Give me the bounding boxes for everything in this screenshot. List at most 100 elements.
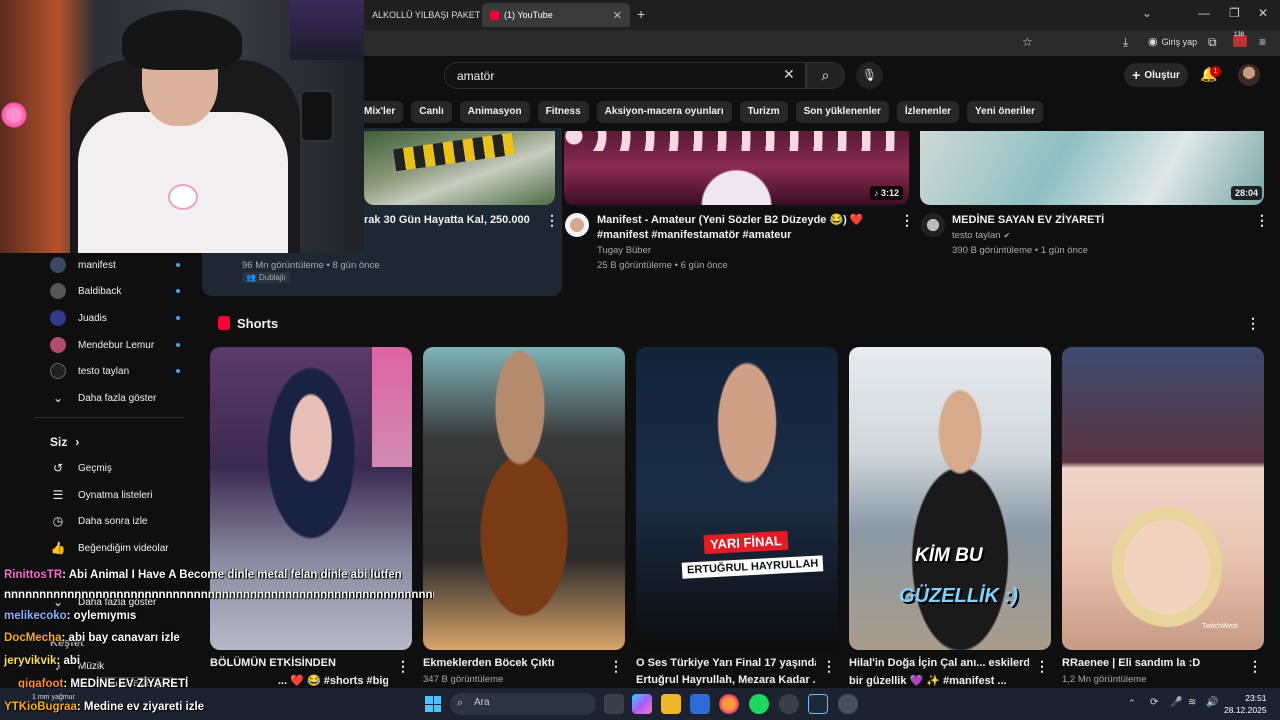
short-meta: 347 B görüntüleme [423,674,504,685]
firefox-icon[interactable] [719,694,739,714]
search-button[interactable]: ⌕ [806,62,845,89]
task-view-icon[interactable] [604,694,624,714]
search-placeholder: Ara [474,697,490,708]
taskbar-search[interactable]: Ara [450,693,596,715]
short-title[interactable]: O Ses Türkiye Yarı Final 17 yaşındaki [636,656,816,671]
more-options-icon[interactable]: ⋮ [1248,658,1262,675]
sidebar-you-header[interactable]: Siz › [50,435,79,449]
sidebar-item-playlists[interactable]: ☰ Oynatma listeleri [40,482,180,508]
chip-live[interactable]: Canlı [411,101,452,123]
browser-tab[interactable]: ALKOLLÜ YILBAŞI PAKETLERİ ... ✕ [364,3,480,27]
tray-chevron-up-icon[interactable]: ⌃ [1128,698,1136,709]
short-thumbnail[interactable] [423,347,625,650]
wifi-icon[interactable]: ≋ [1188,697,1196,708]
spotify-icon[interactable] [749,694,769,714]
network-icon[interactable]: ⟳ [1150,697,1158,708]
bookmark-star-icon[interactable]: ☆ [1022,35,1033,49]
short-title[interactable]: RRaenee | Eli sandım la :D [1062,656,1242,671]
sidebar-show-more[interactable]: ⌄ Daha fazla göster [40,385,180,411]
sidebar-item-watch-later[interactable]: ◷ Daha sonra izle [40,508,180,534]
video-title[interactable]: Manifest - Amateur (Yeni Sözler B2 Düzey… [597,213,882,243]
store-icon[interactable] [690,694,710,714]
video-thumbnail[interactable] [564,131,909,205]
new-tab-button[interactable]: + [637,6,645,22]
chat-message: nnnnnnnnnnnnnnnnnnnnnnnnnnnnnnnnnnnnnnnn… [4,589,434,601]
sidebar-item-juadis[interactable]: Juadis [40,305,180,331]
file-explorer-icon[interactable] [661,694,681,714]
channel-avatar[interactable] [921,213,945,237]
signin-button[interactable]: ◉ Giriş yap [1148,35,1197,48]
sidebar-item-label: manifest [78,259,116,271]
browser-tab-youtube[interactable]: (1) YouTube ✕ [482,3,630,27]
settings-gear-icon[interactable] [838,694,858,714]
sidebar-item-baldiback[interactable]: Baldiback [40,278,180,304]
sidebar-divider [34,417,184,418]
close-tab-icon[interactable]: ✕ [613,9,622,22]
video-thumbnail[interactable] [364,131,555,205]
filter-chip-bar: Mix'ler Canlı Animasyon Fitness Aksiyon-… [364,101,1044,125]
verified-check-icon: ✔ [1003,231,1011,240]
close-window-icon[interactable]: ✕ [1258,6,1268,20]
history-icon: ↺ [52,461,64,475]
more-options-icon[interactable]: ⋮ [1255,212,1269,229]
chevron-right-icon: › [75,435,80,449]
taskbar-clock[interactable]: 23:51 28.12.2025 [1224,692,1267,716]
sidebar-item-liked-videos[interactable]: 👍 Beğendiğim videolar [40,535,180,561]
short-thumbnail[interactable]: YARI FİNAL ERTUĞRUL HAYRULLAH [636,347,838,650]
short-title[interactable]: Hilal'in Doğa İçin Çal anı... eskilerden [849,656,1029,671]
new-content-dot [176,289,180,293]
chip-watched[interactable]: İzlenenler [896,101,960,123]
microphone-icon: 🎙 [861,68,878,82]
channel-avatar[interactable] [565,213,589,237]
clear-search-icon[interactable]: ✕ [783,66,795,83]
channel-name[interactable]: Tugay Büber [597,243,651,258]
sidebar-item-manifest[interactable]: manifest [40,252,180,278]
video-title[interactable]: rak 30 Gün Hayatta Kal, 250.000 [364,213,534,228]
github-desktop-icon[interactable] [779,694,799,714]
copilot-icon[interactable] [632,694,652,714]
account-avatar[interactable] [1238,64,1260,86]
minimize-icon[interactable]: — [1198,6,1210,20]
download-icon[interactable]: ⤓ [1123,35,1128,50]
volume-icon[interactable]: 🔊 [1206,697,1218,708]
more-options-icon[interactable]: ⋮ [822,658,836,675]
chip-action-adventure[interactable]: Aksiyon-macera oyunları [596,101,732,123]
steam-icon[interactable] [808,694,828,714]
more-options-icon[interactable]: ⋮ [396,658,410,675]
short-thumbnail[interactable]: KİM BU GÜZELLİK :) [849,347,1051,650]
video-meta: 25 B görüntüleme • 6 gün önce [597,260,728,271]
sidebar-item-history[interactable]: ↺ Geçmiş [40,455,180,481]
short-thumbnail[interactable] [210,347,412,650]
create-button[interactable]: + Oluştur [1124,63,1188,87]
microphone-icon[interactable]: 🎤 [1170,697,1182,708]
chat-message: melikecoko: oylemıymıs [4,610,136,622]
menu-icon[interactable]: ≡ [1259,35,1266,49]
channel-name-row[interactable]: testo taylan ✔ [952,228,1010,243]
shorts-more-options-icon[interactable]: ⋮ [1246,315,1260,332]
voice-search-button[interactable]: 🎙 [856,62,883,89]
short-thumbnail[interactable]: TwitchWest [1062,347,1264,650]
maximize-icon[interactable]: ❐ [1229,6,1240,20]
chip-tourism[interactable]: Turizm [739,101,788,123]
shorts-header: Shorts [237,316,279,331]
video-thumbnail[interactable] [920,131,1264,205]
chip-fitness[interactable]: Fitness [537,101,589,123]
video-duration: ♪ 3:12 [870,186,904,200]
chip-recently-uploaded[interactable]: Son yüklenenler [795,101,889,123]
chip-animation[interactable]: Animasyon [459,101,530,123]
chip-mixes[interactable]: Mix'ler [364,101,404,123]
sidebar-item-mendebur-lemur[interactable]: Mendebur Lemur [40,332,180,358]
more-options-icon[interactable]: ⋮ [545,212,559,229]
short-title[interactable]: Ekmeklerden Böcek Çıktı [423,656,603,671]
video-title[interactable]: MEDİNE SAYAN EV ZİYARETİ [952,213,1232,228]
short-title[interactable]: BÖLÜMÜN ETKİSİNDEN [210,656,390,671]
sidebar-item-testo-taylan[interactable]: testo taylan [40,358,180,384]
start-button[interactable] [425,696,441,712]
search-input[interactable]: amatör [444,62,806,89]
chip-new-to-you[interactable]: Yeni öneriler [967,101,1044,123]
more-options-icon[interactable]: ⋮ [900,212,914,229]
more-options-icon[interactable]: ⋮ [609,658,623,675]
more-options-icon[interactable]: ⋮ [1035,658,1049,675]
tab-list-icon[interactable]: ⌄ [1142,6,1152,20]
extensions-icon[interactable]: ⧉ [1208,35,1217,50]
